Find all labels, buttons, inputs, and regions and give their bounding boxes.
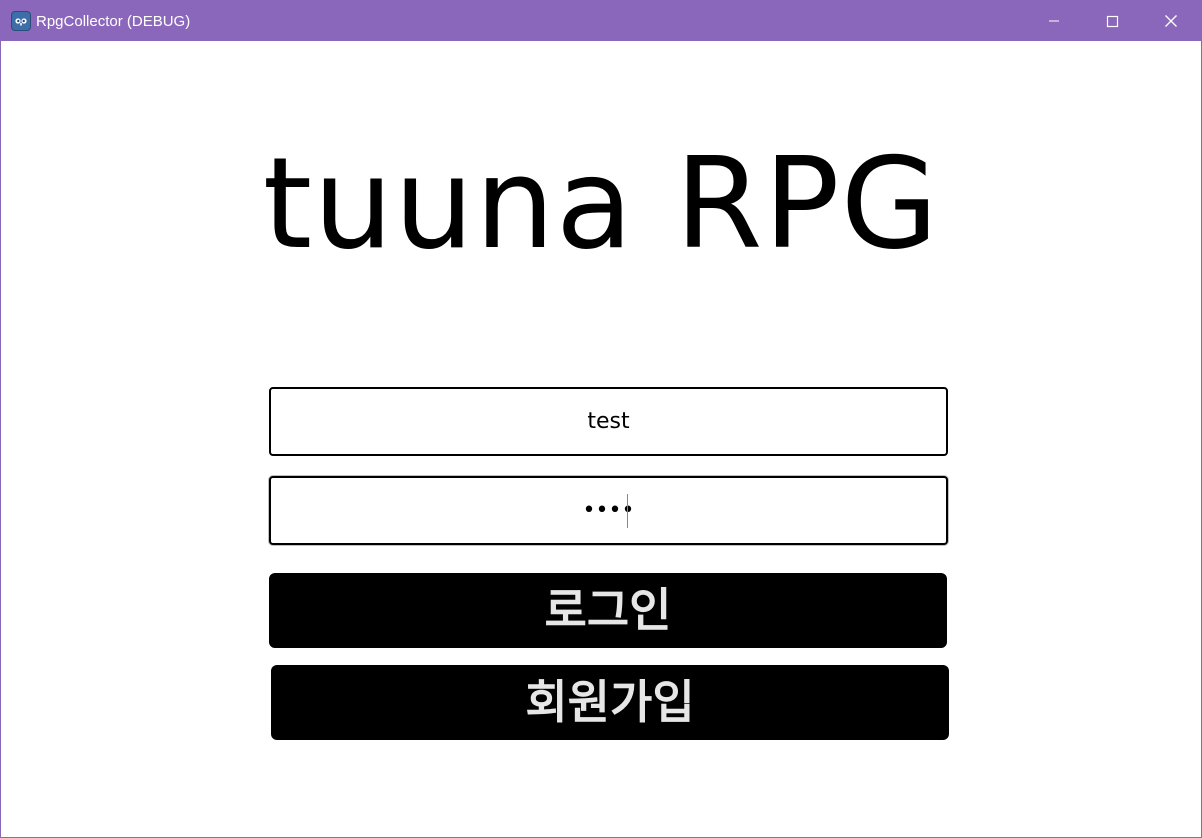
login-screen: tuuna RPG 로그인 회원가입 <box>1 41 1201 837</box>
login-button[interactable]: 로그인 <box>269 573 947 648</box>
close-icon <box>1165 15 1177 27</box>
maximize-icon <box>1106 15 1119 28</box>
password-field[interactable] <box>269 476 948 545</box>
godot-engine-icon <box>11 11 31 31</box>
minimize-button[interactable] <box>1025 1 1083 41</box>
signup-button[interactable]: 회원가입 <box>271 665 949 740</box>
window-title: RpgCollector (DEBUG) <box>36 13 191 30</box>
text-caret <box>627 494 628 528</box>
password-input[interactable] <box>271 478 946 543</box>
game-title: tuuna RPG <box>262 130 940 277</box>
maximize-button[interactable] <box>1083 1 1141 41</box>
close-button[interactable] <box>1142 1 1200 41</box>
username-input[interactable] <box>271 389 946 454</box>
title-bar[interactable]: RpgCollector (DEBUG) <box>1 1 1201 41</box>
minimize-icon <box>1049 20 1059 22</box>
app-window: RpgCollector (DEBUG) tuuna RPG 로 <box>0 0 1202 838</box>
username-field[interactable] <box>269 387 948 456</box>
